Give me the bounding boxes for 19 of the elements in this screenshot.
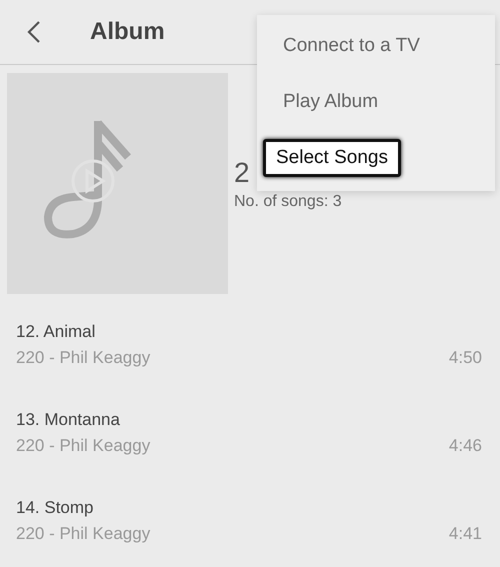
menu-item[interactable]: Select Songs <box>263 139 401 177</box>
song-duration: 4:41 <box>448 524 482 544</box>
song-item[interactable]: 12. Animal 220 - Phil Keaggy 4:50 <box>0 314 500 402</box>
song-title: 12. Animal <box>16 322 96 342</box>
menu-item[interactable]: Connect to a TV <box>263 27 440 65</box>
song-item[interactable]: 13. Montanna 220 - Phil Keaggy 4:46 <box>0 402 500 490</box>
song-item[interactable]: 14. Stomp 220 - Phil Keaggy 4:41 <box>0 490 500 567</box>
song-duration: 4:46 <box>448 436 482 456</box>
song-title: 14. Stomp <box>16 498 94 518</box>
song-title: 13. Montanna <box>16 410 121 430</box>
song-count: No. of songs: 3 <box>234 193 342 211</box>
screen-title: Album <box>90 18 165 46</box>
song-artist: 220 - Phil Keaggy <box>16 524 150 544</box>
back-icon <box>26 20 42 44</box>
song-artist: 220 - Phil Keaggy <box>16 348 150 368</box>
song-artist: 220 - Phil Keaggy <box>16 436 150 456</box>
song-duration: 4:50 <box>448 348 482 368</box>
album-title: 2 <box>234 157 251 189</box>
menu-item[interactable]: Play Album <box>263 83 398 121</box>
